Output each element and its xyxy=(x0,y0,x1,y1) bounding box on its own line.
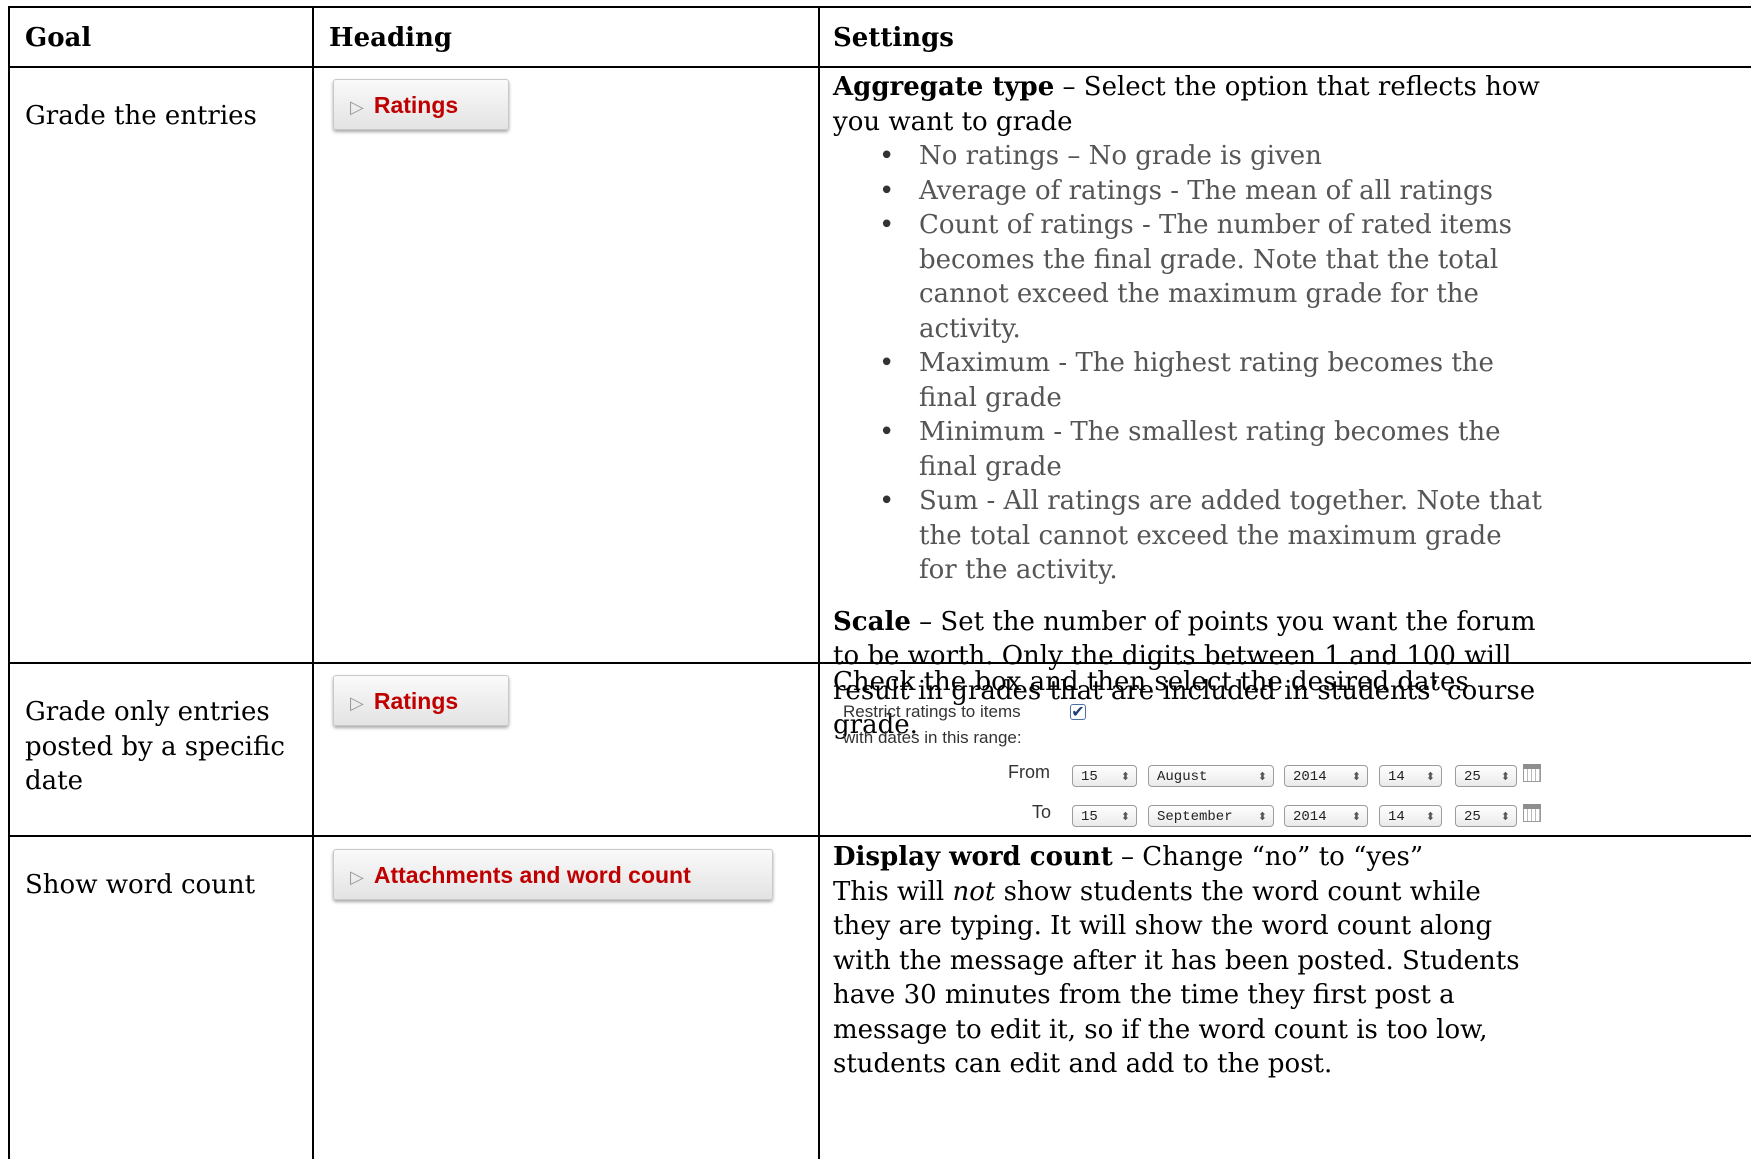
list-item: Average of ratings - The mean of all rat… xyxy=(879,174,1545,209)
ratings-button[interactable]: ▷ Ratings xyxy=(333,79,509,130)
from-hour-value: 14 xyxy=(1388,769,1405,785)
to-hour-select[interactable]: 14 ⬍ xyxy=(1379,805,1442,827)
list-item: Minimum - The smallest rating becomes th… xyxy=(879,415,1545,484)
to-month-value: September xyxy=(1157,809,1233,825)
word-count-term: Display word count xyxy=(833,842,1113,872)
header-heading: Heading xyxy=(329,23,453,53)
header-goal: Goal xyxy=(25,23,92,53)
column-divider-1 xyxy=(312,6,314,1159)
word-count-body-em: not xyxy=(952,876,996,907)
to-hour-value: 14 xyxy=(1388,809,1405,825)
select-arrows-icon: ⬍ xyxy=(1500,810,1510,823)
row-divider-header xyxy=(8,66,1751,68)
expand-triangle-icon: ▷ xyxy=(350,867,364,887)
to-month-select[interactable]: September ⬍ xyxy=(1148,805,1274,827)
word-count-body: This will not show students the word cou… xyxy=(833,875,1545,1082)
goal-grade-entries: Grade the entries xyxy=(25,101,257,131)
word-count-body-a: This will xyxy=(833,876,953,907)
aggregate-type-desc: Aggregate type – Select the option that … xyxy=(833,70,1545,139)
word-count-desc: Display word count – Change “no” to “yes… xyxy=(833,840,1545,875)
goal-grade-by-date: Grade only entries posted by a specific … xyxy=(25,695,295,799)
row-divider-2 xyxy=(8,835,1751,837)
select-arrows-icon: ⬍ xyxy=(1351,810,1361,823)
select-arrows-icon: ⬍ xyxy=(1351,770,1361,783)
from-hour-select[interactable]: 14 ⬍ xyxy=(1379,765,1442,787)
from-minute-select[interactable]: 25 ⬍ xyxy=(1455,765,1517,787)
to-calendar-icon[interactable] xyxy=(1523,804,1541,822)
ratings-button-label: Ratings xyxy=(373,92,459,118)
word-count-settings: Display word count – Change “no” to “yes… xyxy=(833,840,1545,1082)
list-item: Maximum - The highest rating becomes the… xyxy=(879,346,1545,415)
attachments-word-count-button[interactable]: ▷ Attachments and word count xyxy=(333,849,773,900)
restrict-label-1: Restrict ratings to items xyxy=(843,702,1021,721)
from-calendar-icon[interactable] xyxy=(1523,764,1541,782)
to-minute-value: 25 xyxy=(1464,809,1481,825)
select-arrows-icon: ⬍ xyxy=(1257,810,1267,823)
header-settings: Settings xyxy=(833,23,954,53)
select-arrows-icon: ⬍ xyxy=(1120,770,1130,783)
select-arrows-icon: ⬍ xyxy=(1257,770,1267,783)
select-arrows-icon: ⬍ xyxy=(1425,810,1435,823)
aggregate-type-term: Aggregate type xyxy=(833,72,1055,102)
restrict-checkbox[interactable]: ✔ xyxy=(1070,704,1086,720)
from-year-value: 2014 xyxy=(1293,769,1327,785)
table-border-top xyxy=(8,6,1751,8)
restrict-label-2: with dates in this range: xyxy=(843,728,1022,747)
to-year-value: 2014 xyxy=(1293,809,1327,825)
goal-show-word-count: Show word count xyxy=(25,870,256,900)
from-minute-value: 25 xyxy=(1464,769,1481,785)
to-day-select[interactable]: 15 ⬍ xyxy=(1072,805,1137,827)
from-day-select[interactable]: 15 ⬍ xyxy=(1072,765,1137,787)
from-label: From xyxy=(1008,762,1050,782)
to-label: To xyxy=(1032,802,1052,822)
from-month-select[interactable]: August ⬍ xyxy=(1148,765,1274,787)
attachments-button-label: Attachments and word count xyxy=(373,862,691,888)
to-minute-select[interactable]: 25 ⬍ xyxy=(1455,805,1517,827)
from-year-select[interactable]: 2014 ⬍ xyxy=(1284,765,1368,787)
table-border-left xyxy=(8,6,10,1159)
goal-grade-by-date-text: Grade only entries posted by a specific … xyxy=(25,697,285,796)
to-year-select[interactable]: 2014 ⬍ xyxy=(1284,805,1368,827)
scale-term: Scale xyxy=(833,606,911,637)
word-count-text: – Change “no” to “yes” xyxy=(1112,842,1424,872)
select-arrows-icon: ⬍ xyxy=(1500,770,1510,783)
ratings-button-label: Ratings xyxy=(373,688,459,714)
list-item: Sum - All ratings are added together. No… xyxy=(879,484,1545,588)
expand-triangle-icon: ▷ xyxy=(350,97,364,117)
aggregate-options-list: No ratings – No grade is given Average o… xyxy=(833,139,1545,588)
aggregate-settings: Aggregate type – Select the option that … xyxy=(833,70,1545,743)
select-arrows-icon: ⬍ xyxy=(1425,770,1435,783)
to-day-value: 15 xyxy=(1081,809,1098,825)
select-arrows-icon: ⬍ xyxy=(1120,810,1130,823)
ratings-button[interactable]: ▷ Ratings xyxy=(333,675,509,726)
from-month-value: August xyxy=(1157,769,1208,785)
list-item: Count of ratings - The number of rated i… xyxy=(879,208,1545,346)
date-range-intro: Check the box and then select the desire… xyxy=(833,667,1469,697)
column-divider-2 xyxy=(818,6,820,1159)
list-item: No ratings – No grade is given xyxy=(879,139,1545,174)
expand-triangle-icon: ▷ xyxy=(350,693,364,713)
from-day-value: 15 xyxy=(1081,769,1098,785)
